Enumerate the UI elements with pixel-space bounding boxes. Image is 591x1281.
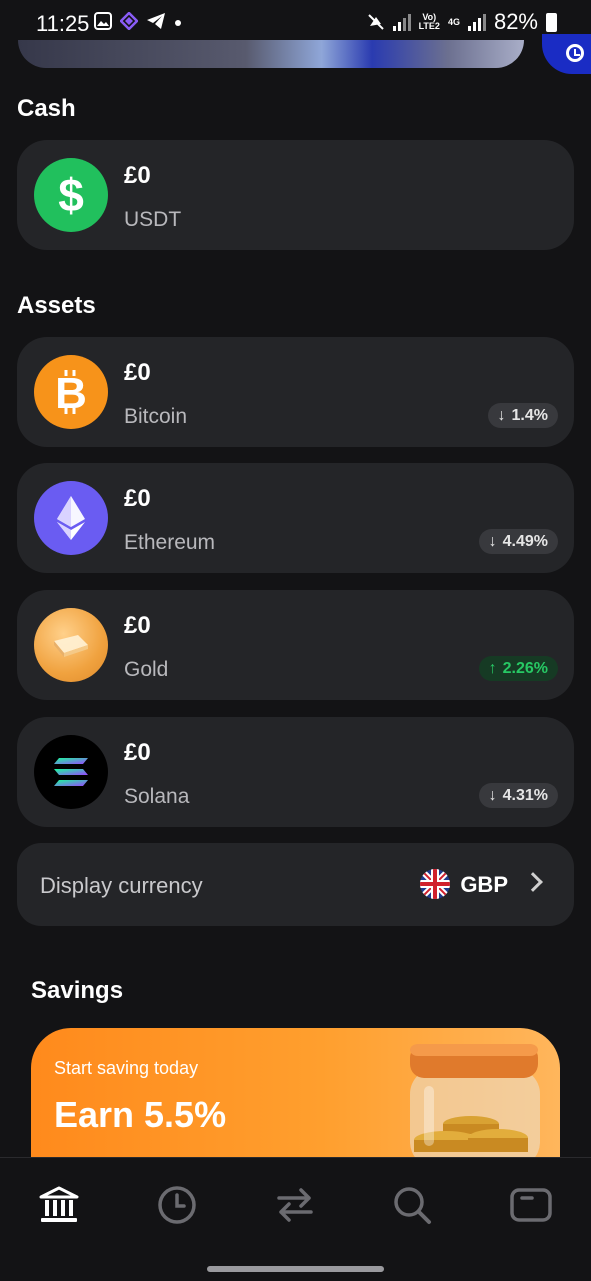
svg-text:B: B — [55, 369, 87, 416]
status-notification-icons — [94, 12, 182, 30]
app-notification-icon — [120, 12, 138, 30]
asset-name: Gold — [124, 658, 169, 681]
bank-icon — [39, 1186, 79, 1222]
assets-section-title: Assets — [17, 292, 96, 319]
price-change-badge: ↑ 2.26% — [478, 656, 558, 681]
promo-banner[interactable] — [18, 40, 524, 68]
coin-jar-illustration — [410, 1044, 540, 1158]
asset-card-gold[interactable]: £0 Gold ↑ 2.26% — [17, 590, 574, 700]
savings-headline: Earn 5.5% — [54, 1094, 227, 1135]
asset-amount: £0 — [124, 612, 151, 639]
card-icon — [510, 1188, 552, 1222]
savings-subtitle: Start saving today — [54, 1058, 199, 1078]
arrow-down-icon: ↓ — [488, 786, 497, 804]
price-change-badge: ↓ 1.4% — [487, 403, 558, 428]
battery-percent: 82% — [493, 9, 538, 34]
chevron-right-icon — [523, 872, 543, 892]
arrow-down-icon: ↓ — [488, 532, 497, 550]
arrow-down-icon: ↓ — [497, 406, 506, 424]
savings-promo-card[interactable]: Start saving today Earn 5.5% — [31, 1028, 560, 1158]
tab-swap[interactable] — [270, 1180, 320, 1230]
asset-amount: £0 — [124, 739, 151, 766]
signal-icon — [392, 13, 411, 31]
asset-name: Solana — [124, 785, 190, 808]
swap-icon — [277, 1188, 313, 1222]
price-change-badge: ↓ 4.31% — [478, 783, 558, 808]
arrow-up-icon: ↑ — [488, 659, 497, 677]
asset-amount: £0 — [124, 485, 151, 512]
bitcoin-icon: B — [34, 355, 108, 429]
uk-flag-icon — [420, 869, 450, 899]
tab-search[interactable] — [387, 1180, 437, 1230]
gold-icon — [34, 608, 108, 682]
display-currency-value: GBP — [460, 872, 508, 897]
svg-text:$: $ — [58, 171, 84, 219]
display-currency-row[interactable]: Display currency GBP — [17, 843, 574, 926]
solana-icon — [34, 735, 108, 809]
asset-name: Bitcoin — [124, 405, 188, 428]
asset-card-ethereum[interactable]: £0 Ethereum ↓ 4.49% — [17, 463, 574, 573]
asset-amount: £0 — [124, 359, 151, 386]
clock-icon — [566, 44, 584, 62]
promo-banner-next[interactable] — [542, 34, 591, 74]
tab-history[interactable] — [152, 1180, 202, 1230]
bottom-tab-bar — [0, 1157, 591, 1281]
display-currency-label: Display currency — [40, 873, 203, 898]
tab-home[interactable] — [34, 1180, 84, 1230]
ethereum-icon — [34, 481, 108, 555]
asset-name: USDT — [124, 208, 182, 231]
cash-section-title: Cash — [17, 95, 76, 122]
signal-icon-2 — [467, 13, 486, 31]
cash-card-usdt[interactable]: $ £0 USDT — [17, 140, 574, 250]
savings-section-title: Savings — [31, 977, 124, 1004]
telegram-icon — [147, 13, 165, 29]
mute-icon — [367, 14, 384, 30]
price-change-badge: ↓ 4.49% — [478, 529, 558, 554]
asset-amount: £0 — [124, 162, 151, 189]
asset-name: Ethereum — [124, 531, 216, 554]
gallery-icon — [94, 12, 112, 30]
search-icon — [394, 1187, 431, 1224]
dot-icon — [175, 20, 181, 26]
home-indicator[interactable] — [207, 1266, 384, 1272]
network-label-2: 4G — [447, 16, 460, 27]
asset-card-bitcoin[interactable]: B £0 Bitcoin ↓ 1.4% — [17, 337, 574, 447]
status-right: Vo) LTE2 4G 82% — [367, 9, 557, 35]
asset-card-solana[interactable]: £0 Solana ↓ 4.31% — [17, 717, 574, 827]
status-time: 11:25 — [36, 11, 90, 36]
history-icon — [158, 1186, 196, 1224]
tab-card[interactable] — [506, 1180, 556, 1230]
network-label-1: Vo) LTE2 — [418, 12, 440, 31]
dollar-icon: $ — [34, 158, 108, 232]
battery-icon — [546, 12, 557, 32]
